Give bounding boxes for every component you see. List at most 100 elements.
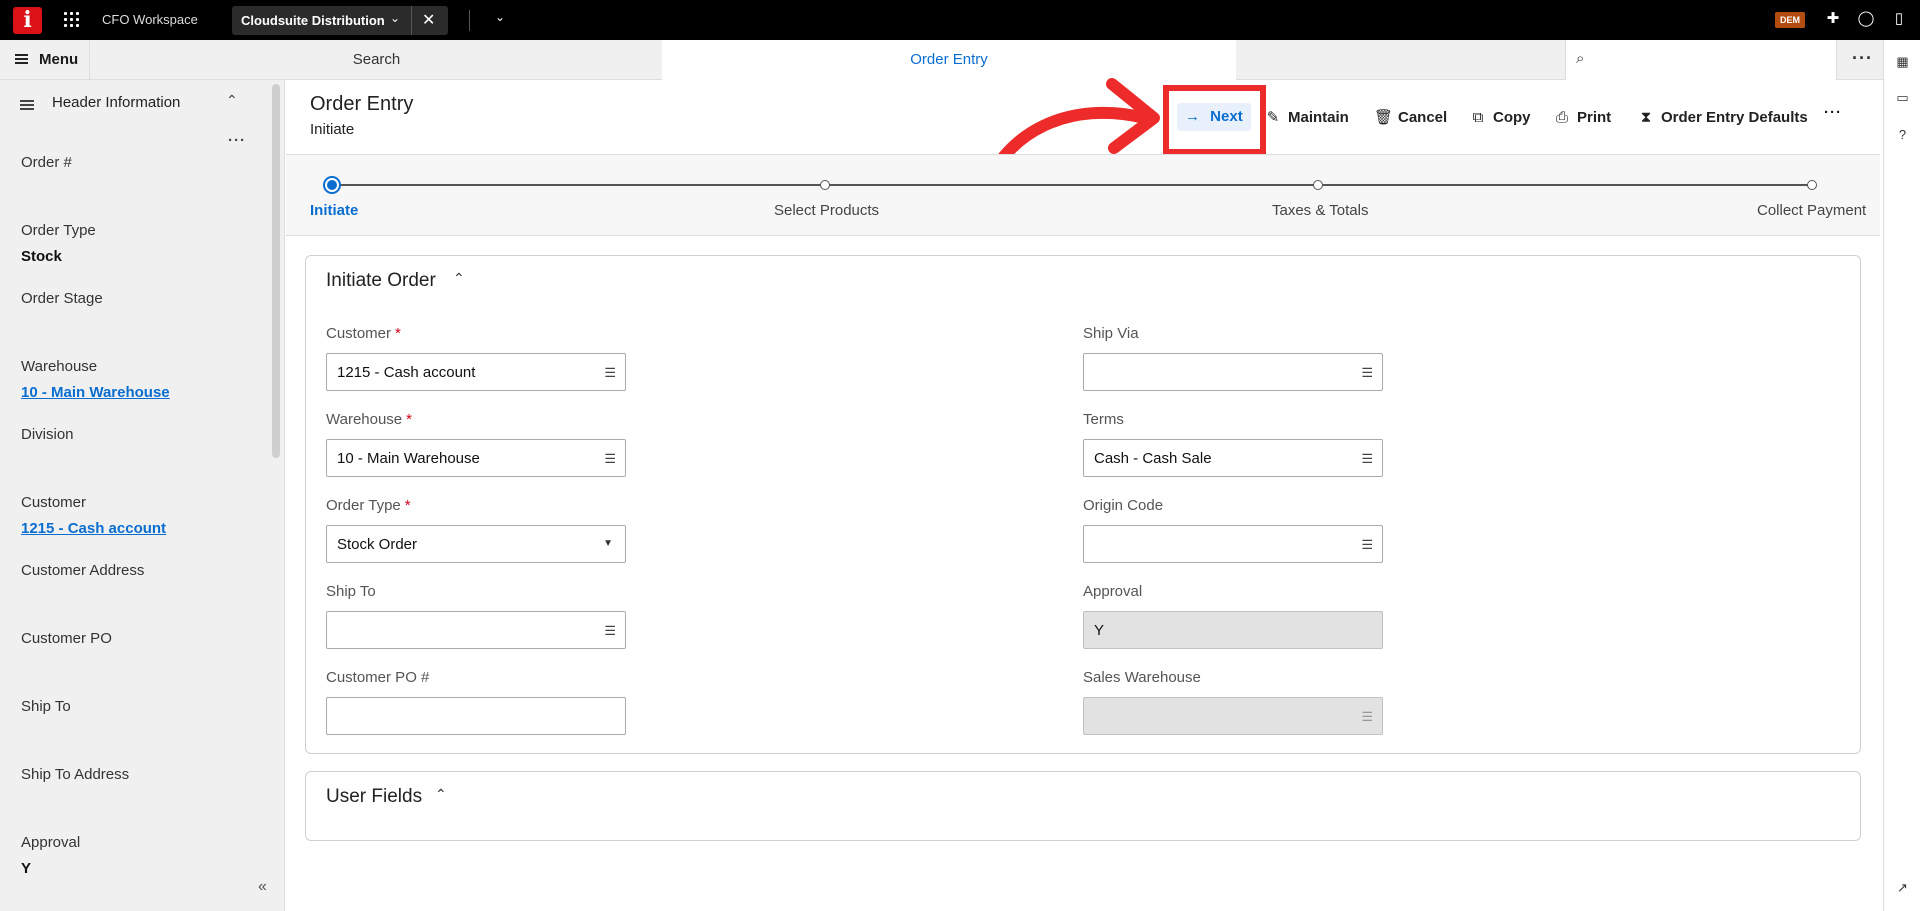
- sidebar-field-customer-po: Customer PO: [21, 630, 112, 647]
- customer-link[interactable]: 1215 - Cash account: [21, 520, 166, 537]
- lookup-icon[interactable]: ☰: [1361, 451, 1373, 467]
- lookup-icon[interactable]: ☰: [1361, 365, 1373, 381]
- step-dot-taxes-totals[interactable]: [1313, 180, 1323, 190]
- customer-po-label: Customer PO #: [326, 669, 430, 686]
- copy-icon: ⧉: [1472, 109, 1484, 126]
- sidebar-scrollbar[interactable]: [272, 84, 280, 458]
- print-button[interactable]: ⎙ Print: [1553, 106, 1611, 130]
- app-grid-icon[interactable]: [64, 12, 80, 28]
- more-options-icon[interactable]: ···: [1852, 48, 1873, 69]
- page-subtitle: Initiate: [310, 121, 355, 138]
- warehouse-label: Warehouse *: [326, 411, 412, 428]
- warehouse-field[interactable]: 10 - Main Warehouse ☰: [326, 439, 626, 477]
- bookmark-plus-icon[interactable]: ✚: [1824, 10, 1842, 28]
- nav-bar: Menu Search Order Entry ⌕ ···: [0, 40, 1883, 80]
- search-input[interactable]: ⌕: [1565, 40, 1837, 80]
- tabs-dropdown-icon[interactable]: ⌄: [495, 10, 505, 24]
- layout-panel-icon[interactable]: ▦: [1894, 53, 1911, 70]
- sidebar-field-warehouse: Warehouse 10 - Main Warehouse: [21, 358, 170, 401]
- infor-logo-icon[interactable]: i: [13, 7, 42, 34]
- chevron-up-icon[interactable]: ⌃: [435, 786, 447, 803]
- printer-icon: ⎙: [1555, 109, 1568, 126]
- workspace-tab-label: Cloudsuite Distribution: [241, 13, 385, 28]
- sidebar-value: Stock: [21, 248, 62, 265]
- sidebar-field-order-type: Order Type Stock: [21, 222, 96, 265]
- origin-code-label: Origin Code: [1083, 497, 1164, 514]
- user-profile-icon[interactable]: ◯: [1857, 10, 1875, 28]
- more-options-icon[interactable]: ···: [228, 132, 246, 149]
- workspace-tab[interactable]: Cloudsuite Distribution ⌄ ✕: [232, 6, 448, 35]
- more-options-icon[interactable]: ···: [1824, 104, 1842, 121]
- terms-field[interactable]: Cash - Cash Sale ☰: [1083, 439, 1383, 477]
- sidebar-field-customer-address: Customer Address: [21, 562, 145, 579]
- sidebar-value: Y: [21, 860, 32, 877]
- lookup-icon[interactable]: ☰: [604, 365, 616, 381]
- step-dot-initiate[interactable]: [323, 176, 341, 194]
- right-rail: ▦ ▭ ? ↗: [1883, 40, 1920, 911]
- step-dot-collect-payment[interactable]: [1807, 180, 1817, 190]
- approval-field: Y: [1083, 611, 1383, 649]
- order-type-label: Order Type *: [326, 497, 411, 514]
- sidebar-field-ship-to: Ship To: [21, 698, 71, 715]
- customer-po-field[interactable]: [326, 697, 626, 735]
- customer-label: Customer *: [326, 325, 401, 342]
- page-title: Order Entry: [310, 93, 414, 115]
- close-icon[interactable]: ✕: [422, 10, 435, 30]
- ship-to-field[interactable]: ☰: [326, 611, 626, 649]
- step-label-collect-payment[interactable]: Collect Payment: [1757, 202, 1866, 219]
- trash-icon: 🗑: [1374, 109, 1394, 126]
- hourglass-icon: ⧗: [1640, 109, 1652, 126]
- sidebar-field-order-stage: Order Stage: [21, 290, 103, 307]
- copy-button[interactable]: ⧉ Copy: [1469, 106, 1531, 130]
- pencil-icon: ✎: [1266, 109, 1280, 126]
- order-type-select[interactable]: Stock Order ▼: [326, 525, 626, 563]
- maintain-button[interactable]: ✎ Maintain: [1264, 106, 1349, 130]
- cancel-button[interactable]: 🗑 Cancel: [1374, 106, 1447, 130]
- step-label-initiate[interactable]: Initiate: [310, 202, 358, 219]
- header-info-title: Header Information: [52, 94, 181, 111]
- section-title: User Fields: [326, 786, 423, 807]
- dropdown-caret-icon: ▼: [603, 538, 613, 549]
- sidebar-field-approval: Approval Y: [21, 834, 81, 877]
- sales-warehouse-field: ☰: [1083, 697, 1383, 735]
- lookup-icon[interactable]: ☰: [604, 451, 616, 467]
- external-link-icon[interactable]: ↗: [1894, 879, 1911, 896]
- tab-search[interactable]: Search: [91, 40, 662, 80]
- approval-label: Approval: [1083, 583, 1143, 600]
- ship-via-label: Ship Via: [1083, 325, 1139, 342]
- header-info-toggle[interactable]: Header Information ⌃: [0, 80, 270, 126]
- lookup-icon: ☰: [1361, 709, 1373, 724]
- customer-field[interactable]: 1215 - Cash account ☰: [326, 353, 626, 391]
- warehouse-link[interactable]: 10 - Main Warehouse: [21, 384, 170, 401]
- header-info-panel: Header Information ⌃ ··· Order # Order T…: [0, 80, 285, 911]
- lookup-icon[interactable]: ☰: [1361, 537, 1373, 553]
- inbox-icon[interactable]: ▭: [1894, 89, 1911, 106]
- user-fields-card: User Fields ⌃: [305, 771, 1861, 841]
- menu-button[interactable]: Menu: [0, 40, 90, 80]
- sidebar-field-ship-to-address: Ship To Address: [21, 766, 130, 783]
- stepper-line: [332, 184, 1812, 186]
- help-icon[interactable]: ?: [1894, 126, 1911, 143]
- hamburger-icon: [15, 54, 28, 64]
- lookup-icon[interactable]: ☰: [604, 623, 616, 639]
- menu-label: Menu: [39, 51, 79, 68]
- order-entry-defaults-button[interactable]: ⧗ Order Entry Defaults: [1637, 106, 1808, 130]
- step-label-select-products[interactable]: Select Products: [774, 202, 879, 219]
- chevron-up-icon[interactable]: ⌃: [453, 270, 465, 287]
- chevron-up-icon[interactable]: ⌃: [226, 92, 238, 109]
- ship-via-field[interactable]: ☰: [1083, 353, 1383, 391]
- ship-to-label: Ship To: [326, 583, 376, 600]
- search-icon: ⌕: [1576, 50, 1585, 67]
- workspace-title[interactable]: CFO Workspace: [102, 12, 198, 27]
- terms-label: Terms: [1083, 411, 1124, 428]
- section-title: Initiate Order: [326, 270, 436, 291]
- step-label-taxes-totals[interactable]: Taxes & Totals: [1272, 202, 1368, 219]
- chevron-down-icon[interactable]: ⌄: [390, 11, 400, 25]
- origin-code-field[interactable]: ☰: [1083, 525, 1383, 563]
- sidebar-field-order-number: Order #: [21, 154, 72, 171]
- panel-toggle-icon[interactable]: ▯: [1890, 10, 1908, 28]
- collapse-panel-icon[interactable]: «: [258, 878, 267, 896]
- initiate-order-card: Initiate Order ⌃ Customer * 1215 - Cash a…: [305, 255, 1861, 754]
- sidebar-field-division: Division: [21, 426, 74, 443]
- step-dot-select-products[interactable]: [820, 180, 830, 190]
